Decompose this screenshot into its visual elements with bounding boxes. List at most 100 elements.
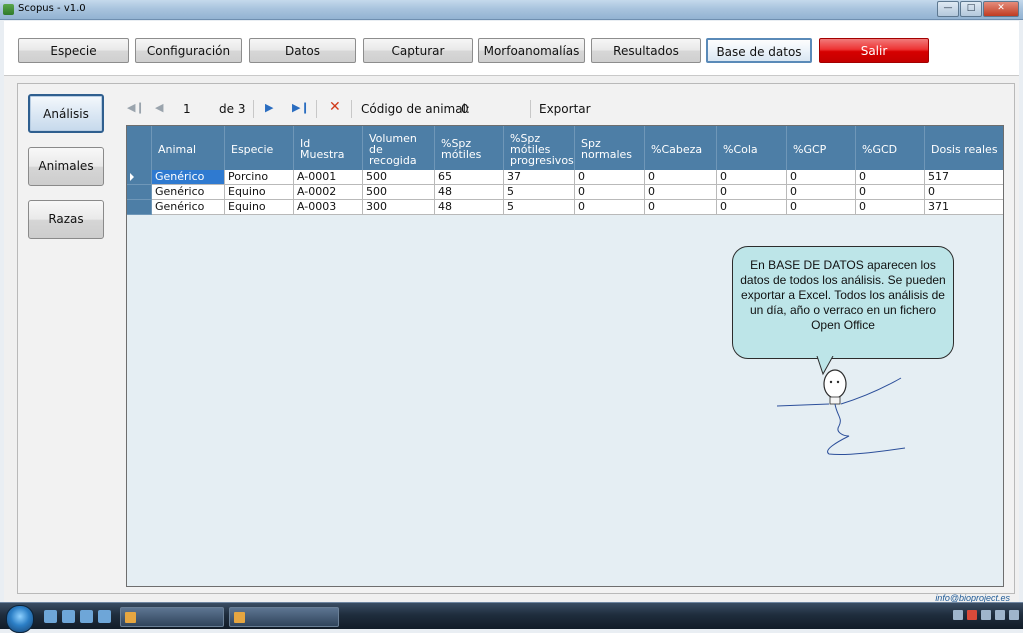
volume-icon[interactable] (1009, 610, 1019, 620)
export-button[interactable]: Exportar (539, 102, 591, 116)
cell[interactable]: A-0002 (294, 185, 363, 200)
delete-icon[interactable]: ✕ (329, 99, 341, 115)
os-taskbar (0, 602, 1023, 633)
row-selector[interactable] (127, 185, 152, 200)
binding-navigator: ◀❙ ◀ 1 de 3 ▶ ▶❙ ✕ Código de animal: 0 E… (125, 98, 1005, 122)
maximize-icon[interactable]: □ (960, 1, 982, 17)
prev-icon[interactable]: ◀ (155, 101, 163, 114)
next-icon[interactable]: ▶ (265, 101, 273, 114)
datos-button[interactable]: Datos (249, 38, 356, 63)
base-de-datos-button[interactable]: Base de datos (706, 38, 812, 63)
quicklaunch-icon[interactable] (80, 610, 93, 623)
table-row[interactable]: Genérico Equino A-0003 300 48 5 0 0 0 0 … (127, 200, 1003, 215)
last-icon[interactable]: ▶❙ (292, 101, 310, 114)
cell[interactable]: 371 (925, 200, 1003, 215)
separator (351, 100, 352, 118)
cell[interactable]: 500 (363, 185, 435, 200)
cell[interactable]: A-0003 (294, 200, 363, 215)
position-input[interactable]: 1 (183, 102, 191, 116)
network-icon[interactable] (995, 610, 1005, 620)
column-header[interactable]: %Cabeza (645, 126, 717, 170)
row-selector[interactable] (127, 170, 152, 185)
first-icon[interactable]: ◀❙ (127, 101, 145, 114)
cell[interactable]: 5 (504, 185, 575, 200)
mascot-figure-icon (777, 356, 906, 456)
column-header[interactable]: %Spz mótiles progresivos (504, 126, 575, 170)
cell[interactable]: 0 (787, 200, 856, 215)
quicklaunch-icon[interactable] (98, 610, 111, 623)
configuracion-button[interactable]: Configuración (135, 38, 242, 63)
table-row[interactable]: Genérico Porcino A-0001 500 65 37 0 0 0 … (127, 170, 1003, 185)
cell[interactable]: Porcino (225, 170, 294, 185)
column-header[interactable]: Volumen de recogida (363, 126, 435, 170)
sidebar-item-analisis[interactable]: Análisis (28, 94, 104, 133)
grid-rows: Genérico Porcino A-0001 500 65 37 0 0 0 … (127, 170, 1003, 215)
column-header[interactable]: %GCP (787, 126, 856, 170)
capturar-button[interactable]: Capturar (363, 38, 473, 63)
cell[interactable]: A-0001 (294, 170, 363, 185)
taskbar-item[interactable] (229, 607, 339, 627)
column-header[interactable]: Dosis reales (925, 126, 1003, 170)
tray-icon[interactable] (953, 610, 963, 620)
analysis-grid[interactable]: Animal Especie Id Muestra Volumen de rec… (126, 125, 1004, 587)
tray-icon[interactable] (967, 610, 977, 620)
table-row[interactable]: Genérico Equino A-0002 500 48 5 0 0 0 0 … (127, 185, 1003, 200)
sidebar-item-animales[interactable]: Animales (28, 147, 104, 186)
cell[interactable]: 5 (504, 200, 575, 215)
cell[interactable]: 65 (435, 170, 504, 185)
cell[interactable]: Equino (225, 185, 294, 200)
resultados-button[interactable]: Resultados (591, 38, 701, 63)
cell[interactable]: 0 (856, 185, 925, 200)
cell[interactable]: 0 (645, 185, 717, 200)
cell[interactable]: 517 (925, 170, 1003, 185)
row-selector[interactable] (127, 200, 152, 215)
morfoanomalias-button[interactable]: Morfoanomalías (478, 38, 585, 63)
window-titlebar: Scopus - v1.0 — □ ✕ (0, 0, 1023, 20)
cell[interactable]: 37 (504, 170, 575, 185)
cell[interactable]: 0 (717, 185, 787, 200)
cell[interactable]: 0 (575, 170, 645, 185)
separator (530, 100, 531, 118)
column-header[interactable]: Id Muestra (294, 126, 363, 170)
column-header[interactable]: Spz normales (575, 126, 645, 170)
cell[interactable]: 0 (575, 200, 645, 215)
taskbar-item[interactable] (120, 607, 224, 627)
cell[interactable]: 300 (363, 200, 435, 215)
cell[interactable]: 0 (717, 200, 787, 215)
cell[interactable]: 0 (717, 170, 787, 185)
cell[interactable]: 0 (787, 170, 856, 185)
cell[interactable]: 500 (363, 170, 435, 185)
column-header[interactable]: %Spz mótiles (435, 126, 504, 170)
column-header[interactable]: Animal (152, 126, 225, 170)
record-count: de 3 (219, 102, 246, 116)
minimize-icon[interactable]: — (937, 1, 959, 17)
cell[interactable]: 0 (645, 170, 717, 185)
cell[interactable]: 0 (856, 170, 925, 185)
cell[interactable]: 48 (435, 185, 504, 200)
column-header[interactable]: Especie (225, 126, 294, 170)
cell[interactable]: Genérico (152, 170, 225, 185)
column-header[interactable]: %Cola (717, 126, 787, 170)
cell[interactable]: Genérico (152, 185, 225, 200)
scopus-icon (234, 612, 245, 623)
cell[interactable]: 0 (856, 200, 925, 215)
column-header[interactable]: %GCD (856, 126, 925, 170)
close-icon[interactable]: ✕ (983, 1, 1019, 17)
quicklaunch-icon[interactable] (44, 610, 57, 623)
cell[interactable]: 0 (925, 185, 1003, 200)
sidebar-item-razas[interactable]: Razas (28, 200, 104, 239)
especie-button[interactable]: Especie (18, 38, 129, 63)
cell[interactable]: 0 (645, 200, 717, 215)
tray-icon[interactable] (981, 610, 991, 620)
cell[interactable]: Equino (225, 200, 294, 215)
animal-code-input[interactable]: 0 (461, 102, 469, 116)
quicklaunch-icon[interactable] (62, 610, 75, 623)
separator (316, 100, 317, 118)
cell[interactable]: 0 (787, 185, 856, 200)
cell[interactable]: 0 (575, 185, 645, 200)
current-row-icon (130, 173, 134, 181)
cell[interactable]: 48 (435, 200, 504, 215)
start-icon[interactable] (6, 605, 34, 633)
salir-button[interactable]: Salir (819, 38, 929, 63)
cell[interactable]: Genérico (152, 200, 225, 215)
